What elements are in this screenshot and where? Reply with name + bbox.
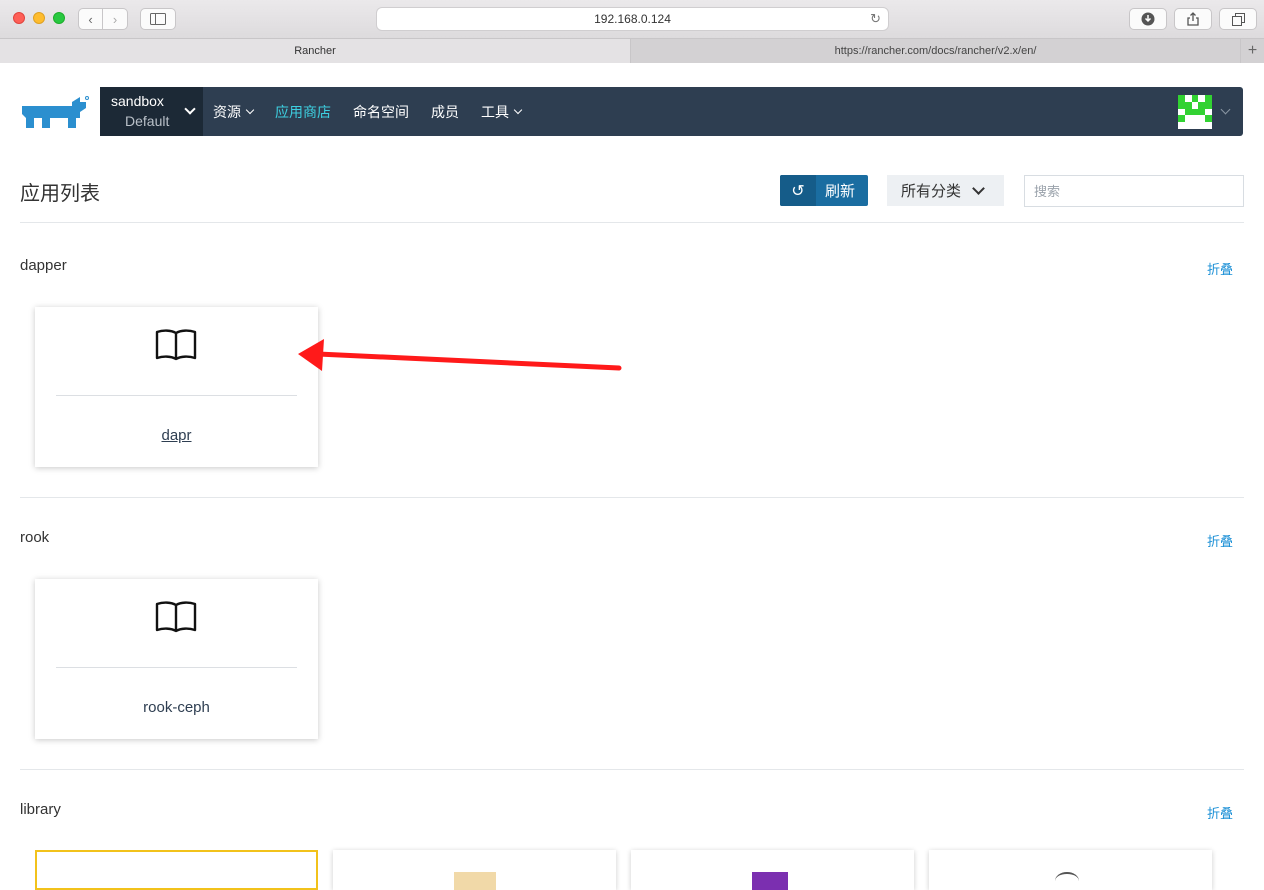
app-logo-icon [752,872,788,890]
app-card-library[interactable] [631,850,914,890]
fold-link-library[interactable]: 折叠 [1207,803,1233,822]
app-card-library[interactable] [333,850,616,890]
app-card-dapr[interactable]: dapr [35,307,318,467]
card-divider [56,395,297,396]
new-tab-button[interactable]: + [1240,39,1264,63]
share-icon [1187,12,1199,26]
nav-members-label: 成员 [431,103,459,120]
nav-resources[interactable]: 资源 [213,102,255,122]
search-input[interactable] [1024,175,1244,207]
user-avatar[interactable] [1178,95,1212,129]
tab-overview-button[interactable] [1219,8,1257,30]
nav-namespaces[interactable]: 命名空间 [353,102,409,122]
chevron-right-icon: › [112,11,118,27]
nav-tools-label: 工具 [481,103,509,120]
sidebar-toggle-button[interactable] [140,8,176,30]
card-divider [56,667,297,668]
address-bar[interactable]: 192.168.0.124 ↻ [376,7,889,31]
refresh-label: 刷新 [825,183,856,200]
section-title-library: library [20,801,61,818]
nav-catalog-label: 应用商店 [275,103,331,120]
app-name[interactable]: dapr [35,427,318,444]
share-button[interactable] [1174,8,1212,30]
app-logo-icon [1055,872,1079,890]
refresh-button[interactable]: ↺ 刷新 [780,175,868,206]
main-nav: 资源 应用商店 命名空间 成员 工具 [213,87,543,136]
reload-icon[interactable]: ↻ [870,11,881,27]
browser-tab-active[interactable]: Rancher [0,39,631,63]
chevron-down-icon [513,105,523,114]
env-project: Default [125,113,170,129]
user-menu-chevron-icon[interactable] [1220,104,1231,115]
rancher-logo-icon[interactable] [20,94,90,130]
book-icon [155,329,197,361]
nav-tools[interactable]: 工具 [481,102,523,122]
chevron-down-icon [972,181,985,195]
sidebar-icon [150,13,166,25]
tab-bar: Rancher https://rancher.com/docs/rancher… [0,38,1264,63]
category-select[interactable]: 所有分类 [887,175,1004,206]
chevron-left-icon: ‹ [88,11,93,27]
nav-catalog[interactable]: 应用商店 [275,102,331,122]
category-label: 所有分类 [901,183,962,200]
url-text: 192.168.0.124 [594,12,671,26]
environment-switcher[interactable]: sandbox Default [100,87,203,136]
app-name[interactable]: rook-ceph [35,699,318,716]
page-title: 应用列表 [20,183,100,205]
nav-members[interactable]: 成员 [431,102,459,122]
browser-tab[interactable]: https://rancher.com/docs/rancher/v2.x/en… [631,39,1240,63]
browser-chrome: ‹ › 192.168.0.124 ↻ Rancher https://ranc… [0,0,1264,63]
divider [20,497,1244,498]
divider [20,769,1244,770]
divider [20,222,1244,223]
nav-namespaces-label: 命名空间 [353,103,409,120]
close-window-button[interactable] [13,12,25,24]
app-card-library[interactable] [929,850,1212,890]
app-logo-icon [454,872,496,890]
fold-link-rook[interactable]: 折叠 [1207,531,1233,550]
minimize-window-button[interactable] [33,12,45,24]
chevron-down-icon [245,105,255,114]
app-card-rook-ceph[interactable]: rook-ceph [35,579,318,739]
download-icon [1141,12,1155,26]
nav-resources-label: 资源 [213,103,241,120]
app-header: sandbox Default 资源 应用商店 命名空间 成员 工具 [100,87,1243,136]
browser-titlebar: ‹ › 192.168.0.124 ↻ [0,0,1264,38]
section-title-rook: rook [20,529,50,546]
back-button[interactable]: ‹ [78,8,103,30]
forward-button[interactable]: › [103,8,128,30]
section-title-dapper: dapper [20,257,67,274]
fold-link-dapper[interactable]: 折叠 [1207,259,1233,278]
refresh-icon: ↺ [780,175,816,206]
tabs-icon [1231,12,1245,26]
app-card-library[interactable] [35,850,318,890]
maximize-window-button[interactable] [53,12,65,24]
plus-icon: + [1247,42,1258,59]
downloads-button[interactable] [1129,8,1167,30]
book-icon [155,601,197,633]
